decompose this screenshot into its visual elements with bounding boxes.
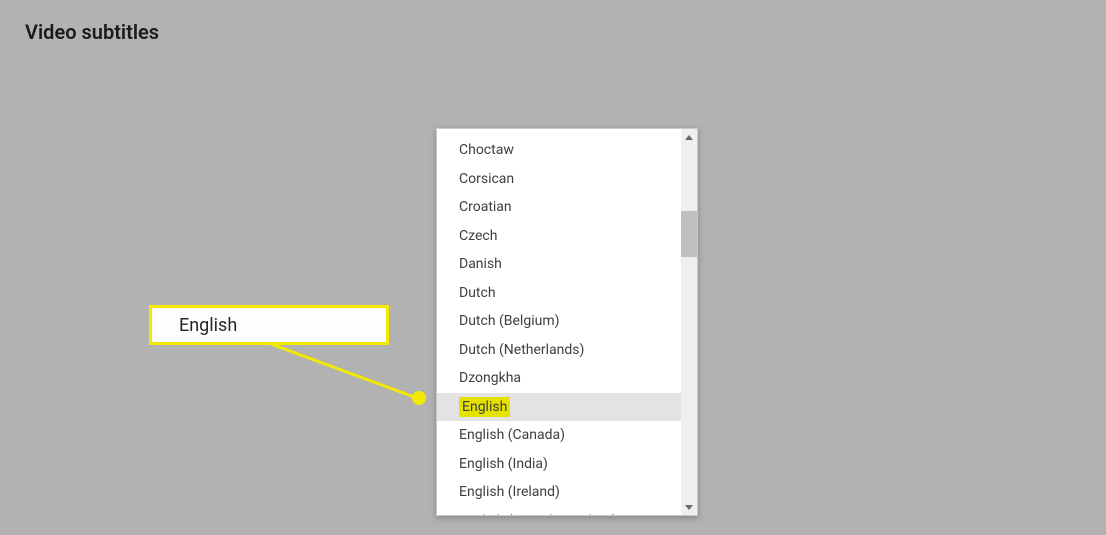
dropdown-item[interactable]: English (India) bbox=[437, 450, 681, 479]
dropdown-item[interactable]: Dutch (Belgium) bbox=[437, 307, 681, 336]
arrow-annotation bbox=[269, 342, 439, 412]
chevron-down-icon bbox=[685, 505, 693, 510]
scrollbar-thumb[interactable] bbox=[681, 211, 697, 257]
callout-label: English bbox=[149, 305, 389, 345]
dropdown-item[interactable]: Danish bbox=[437, 250, 681, 279]
dropdown-item[interactable]: English (Ireland) bbox=[437, 478, 681, 507]
dropdown-item[interactable]: Dzongkha bbox=[437, 364, 681, 393]
dropdown-item[interactable]: English bbox=[437, 393, 681, 422]
dropdown-item[interactable]: Czech bbox=[437, 222, 681, 251]
dropdown-item[interactable]: Dutch bbox=[437, 279, 681, 308]
dropdown-list: ChoctawCorsicanCroatianCzechDanishDutchD… bbox=[437, 129, 681, 515]
page-title: Video subtitles bbox=[25, 20, 159, 44]
dropdown-item[interactable]: Croatian bbox=[437, 193, 681, 222]
chevron-up-icon bbox=[685, 135, 693, 140]
highlighted-label: English bbox=[459, 397, 510, 417]
callout-text: English bbox=[179, 315, 237, 336]
dropdown-item[interactable]: Corsican bbox=[437, 165, 681, 194]
scroll-up-button[interactable] bbox=[681, 129, 697, 145]
dropdown-item[interactable]: Dutch (Netherlands) bbox=[437, 336, 681, 365]
dropdown-item[interactable]: English (Canada) bbox=[437, 421, 681, 450]
dropdown-item[interactable]: English (United Kingdom) bbox=[437, 507, 681, 516]
scroll-down-button[interactable] bbox=[681, 499, 697, 515]
language-dropdown[interactable]: ChoctawCorsicanCroatianCzechDanishDutchD… bbox=[436, 128, 698, 516]
dropdown-item[interactable]: Choctaw bbox=[437, 136, 681, 165]
scrollbar-track[interactable] bbox=[681, 129, 697, 515]
